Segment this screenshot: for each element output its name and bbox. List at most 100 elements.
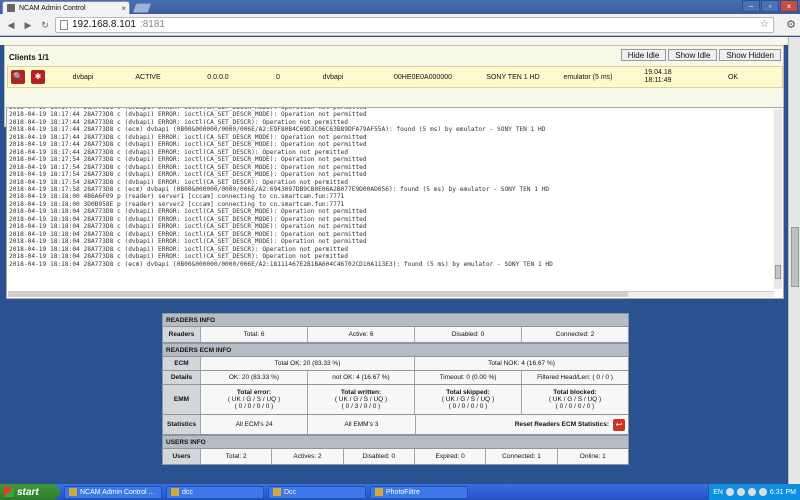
tab-title: NCAM Admin Control bbox=[19, 4, 86, 12]
log-line: 2018-04-19 18:18:04 28A773D8 c (dvbapi) … bbox=[9, 253, 348, 261]
log-scroll-thumb[interactable] bbox=[775, 265, 781, 279]
show-hidden-button[interactable]: Show Hidden bbox=[719, 49, 781, 61]
taskbar-item-photofiltre[interactable]: PhotoFiltre bbox=[370, 485, 468, 499]
ecm-total-nok: Total NOK: 4 (16.67 %) bbox=[488, 360, 555, 367]
bookmark-star-icon[interactable]: ☆ bbox=[760, 19, 769, 30]
windows-logo-icon bbox=[4, 487, 14, 497]
hide-idle-button[interactable]: Hide Idle bbox=[620, 49, 667, 61]
window-controls: − ▫ × bbox=[742, 0, 798, 12]
emm-blocked-sub: ( UK / G / S / UQ ) bbox=[548, 396, 602, 403]
details-ok: OK: 20 (83.33 %) bbox=[201, 371, 308, 384]
clients-title: Clients 1/1 bbox=[9, 53, 50, 62]
emm-total-skipped: Total skipped:( UK / G / S / UQ )( 0 / 0… bbox=[415, 385, 522, 414]
log-panel[interactable]: 2018-04-19 18:17:44 28A773D8 c (dvbapi) … bbox=[6, 107, 784, 299]
client-time: 18:11:49 bbox=[644, 77, 672, 84]
forward-icon[interactable]: ▶ bbox=[21, 18, 35, 32]
tray-icon[interactable] bbox=[736, 488, 745, 496]
log-line: 2018-04-19 18:17:44 28A773D8 c (ecm) dvb… bbox=[9, 126, 546, 134]
emm-written-vals: ( 0 / 3 / 0 / 0 ) bbox=[341, 403, 381, 410]
new-tab-button[interactable] bbox=[132, 3, 152, 13]
tray-icon[interactable] bbox=[725, 488, 734, 496]
taskbar-item-dcc-folder[interactable]: dcc bbox=[166, 485, 264, 499]
page-content: Clients 1/1 Hide Idle Show Idle Show Hid… bbox=[0, 37, 800, 484]
log-line: 2018-04-19 18:18:00 3D0B958E p (reader) … bbox=[9, 200, 345, 208]
statistics-row: Statistics All ECM's 24 All EMM's 3 Rese… bbox=[162, 415, 629, 435]
users-label: Users bbox=[163, 449, 201, 464]
clock: 6:31 PM bbox=[769, 488, 796, 496]
log-line: 2018-04-19 18:17:44 28A773D8 c (dvbapi) … bbox=[9, 148, 348, 156]
back-icon[interactable]: ◀ bbox=[4, 18, 18, 32]
taskbar-item-label: dcc bbox=[182, 488, 193, 496]
details-not-ok: not OK: 4 (16.67 %) bbox=[308, 371, 415, 384]
users-row: Users Total: 2 Actives: 2 Disabled: 0 Ex… bbox=[162, 449, 629, 465]
minimize-icon[interactable]: − bbox=[742, 0, 760, 12]
reload-icon[interactable]: ↻ bbox=[38, 18, 52, 32]
photofiltre-icon bbox=[375, 488, 383, 496]
ecm-label: ECM bbox=[163, 357, 201, 370]
search-icon[interactable]: 🔍 bbox=[11, 70, 25, 84]
taskbar-item-label: Dcc bbox=[284, 488, 297, 496]
emm-label: EMM bbox=[163, 385, 201, 414]
page-scroll-thumb[interactable] bbox=[791, 227, 799, 287]
language-indicator[interactable]: EN bbox=[713, 489, 723, 496]
client-channel: SONY TEN 1 HD bbox=[486, 73, 540, 81]
log-line: 2018-04-19 18:17:58 28A773D8 c (ecm) dvb… bbox=[9, 185, 550, 193]
start-button[interactable]: start bbox=[0, 484, 60, 500]
readers-total: Total: 6 bbox=[201, 327, 308, 342]
tab-close-icon[interactable]: × bbox=[121, 4, 126, 13]
browser-task-icon bbox=[69, 488, 77, 496]
volume-icon[interactable] bbox=[758, 488, 767, 496]
close-window-icon[interactable]: × bbox=[780, 0, 798, 12]
emm-row: EMM Total error:( UK / G / S / UQ )( 0 /… bbox=[162, 385, 629, 415]
log-line: 2018-04-19 18:17:54 28A773D8 c (dvbapi) … bbox=[9, 171, 367, 179]
readers-ecm-header: READERS ECM INFO bbox=[162, 343, 629, 357]
client-filter-buttons: Hide Idle Show Idle Show Hidden bbox=[620, 49, 781, 61]
client-protocol: dvbapi bbox=[72, 73, 94, 81]
details-filtered: Filtered Head/Len: ( 0 / 0 ) bbox=[537, 374, 613, 381]
taskbar-item-dcc[interactable]: Dcc bbox=[268, 485, 366, 499]
favicon-icon bbox=[7, 4, 15, 12]
emm-error-vals: ( 0 / 0 / 0 / 0 ) bbox=[234, 403, 274, 410]
log-line: 2018-04-19 18:18:04 28A773D8 c (dvbapi) … bbox=[9, 245, 348, 253]
emm-error-sub: ( UK / G / S / UQ ) bbox=[227, 396, 281, 403]
details-label: Details bbox=[163, 371, 201, 384]
system-tray: EN 6:31 PM bbox=[708, 484, 800, 500]
users-total: Total: 2 bbox=[201, 449, 273, 464]
readers-label: Readers bbox=[163, 327, 201, 342]
readers-disabled: Disabled: 0 bbox=[415, 327, 522, 342]
url-input[interactable]: 192.168.8.101:8181 ☆ bbox=[55, 16, 774, 33]
log-vertical-scrollbar[interactable] bbox=[774, 109, 782, 289]
wrench-icon[interactable]: ⚙ bbox=[786, 18, 796, 31]
log-horizontal-scrollbar[interactable] bbox=[8, 291, 774, 297]
client-date: 19.04.18 bbox=[644, 69, 672, 76]
show-idle-button[interactable]: Show Idle bbox=[668, 49, 718, 61]
emm-total-written: Total written:( UK / G / S / UQ )( 0 / 3… bbox=[308, 385, 415, 414]
log-hscroll-thumb[interactable] bbox=[8, 292, 628, 297]
taskbar-item-browser[interactable]: NCAM Admin Control ... bbox=[64, 485, 162, 499]
statistics-label: Statistics bbox=[163, 415, 201, 434]
url-port: :8181 bbox=[139, 19, 165, 30]
log-line: 2018-04-19 18:17:44 28A773D8 c (dvbapi) … bbox=[9, 111, 367, 119]
readers-active: Active: 6 bbox=[308, 327, 415, 342]
users-info-header: USERS INFO bbox=[162, 435, 629, 449]
log-text: 2018-04-19 18:17:44 28A773D8 c (dvbapi) … bbox=[9, 108, 553, 268]
settings-icon[interactable]: ✱ bbox=[31, 70, 45, 84]
reset-stats-icon[interactable]: ↩ bbox=[613, 418, 625, 431]
client-status: ACTIVE bbox=[135, 73, 161, 81]
address-toolbar: ◀ ▶ ↻ 192.168.8.101:8181 ☆ bbox=[0, 14, 800, 36]
log-line: 2018-04-19 18:18:04 28A773D8 c (dvbapi) … bbox=[9, 208, 367, 216]
emm-skipped-sub: ( UK / G / S / UQ ) bbox=[441, 396, 495, 403]
reset-label: Reset Readers ECM Statistics: bbox=[514, 421, 609, 428]
emm-written-sub: ( UK / G / S / UQ ) bbox=[334, 396, 388, 403]
details-timeout: Timeout: 0 (0.00 %) bbox=[415, 371, 522, 384]
log-line: 2018-04-19 18:17:44 28A773D8 c (dvbapi) … bbox=[9, 133, 367, 141]
app-icon bbox=[273, 488, 281, 496]
log-line: 2018-04-19 18:17:54 28A773D8 c (dvbapi) … bbox=[9, 163, 367, 171]
browser-tab[interactable]: NCAM Admin Control × bbox=[2, 1, 130, 14]
maximize-icon[interactable]: ▫ bbox=[761, 0, 779, 12]
readers-info-row: Readers Total: 6 Active: 6 Disabled: 0 C… bbox=[162, 327, 629, 343]
tray-icon[interactable] bbox=[747, 488, 756, 496]
page-scrollbar[interactable] bbox=[788, 37, 800, 484]
client-row: 🔍 ✱ dvbapi ACTIVE 0.0.0.0 0 dvbapi 00HE0… bbox=[7, 66, 783, 88]
client-reader: dvbapi bbox=[322, 73, 344, 81]
